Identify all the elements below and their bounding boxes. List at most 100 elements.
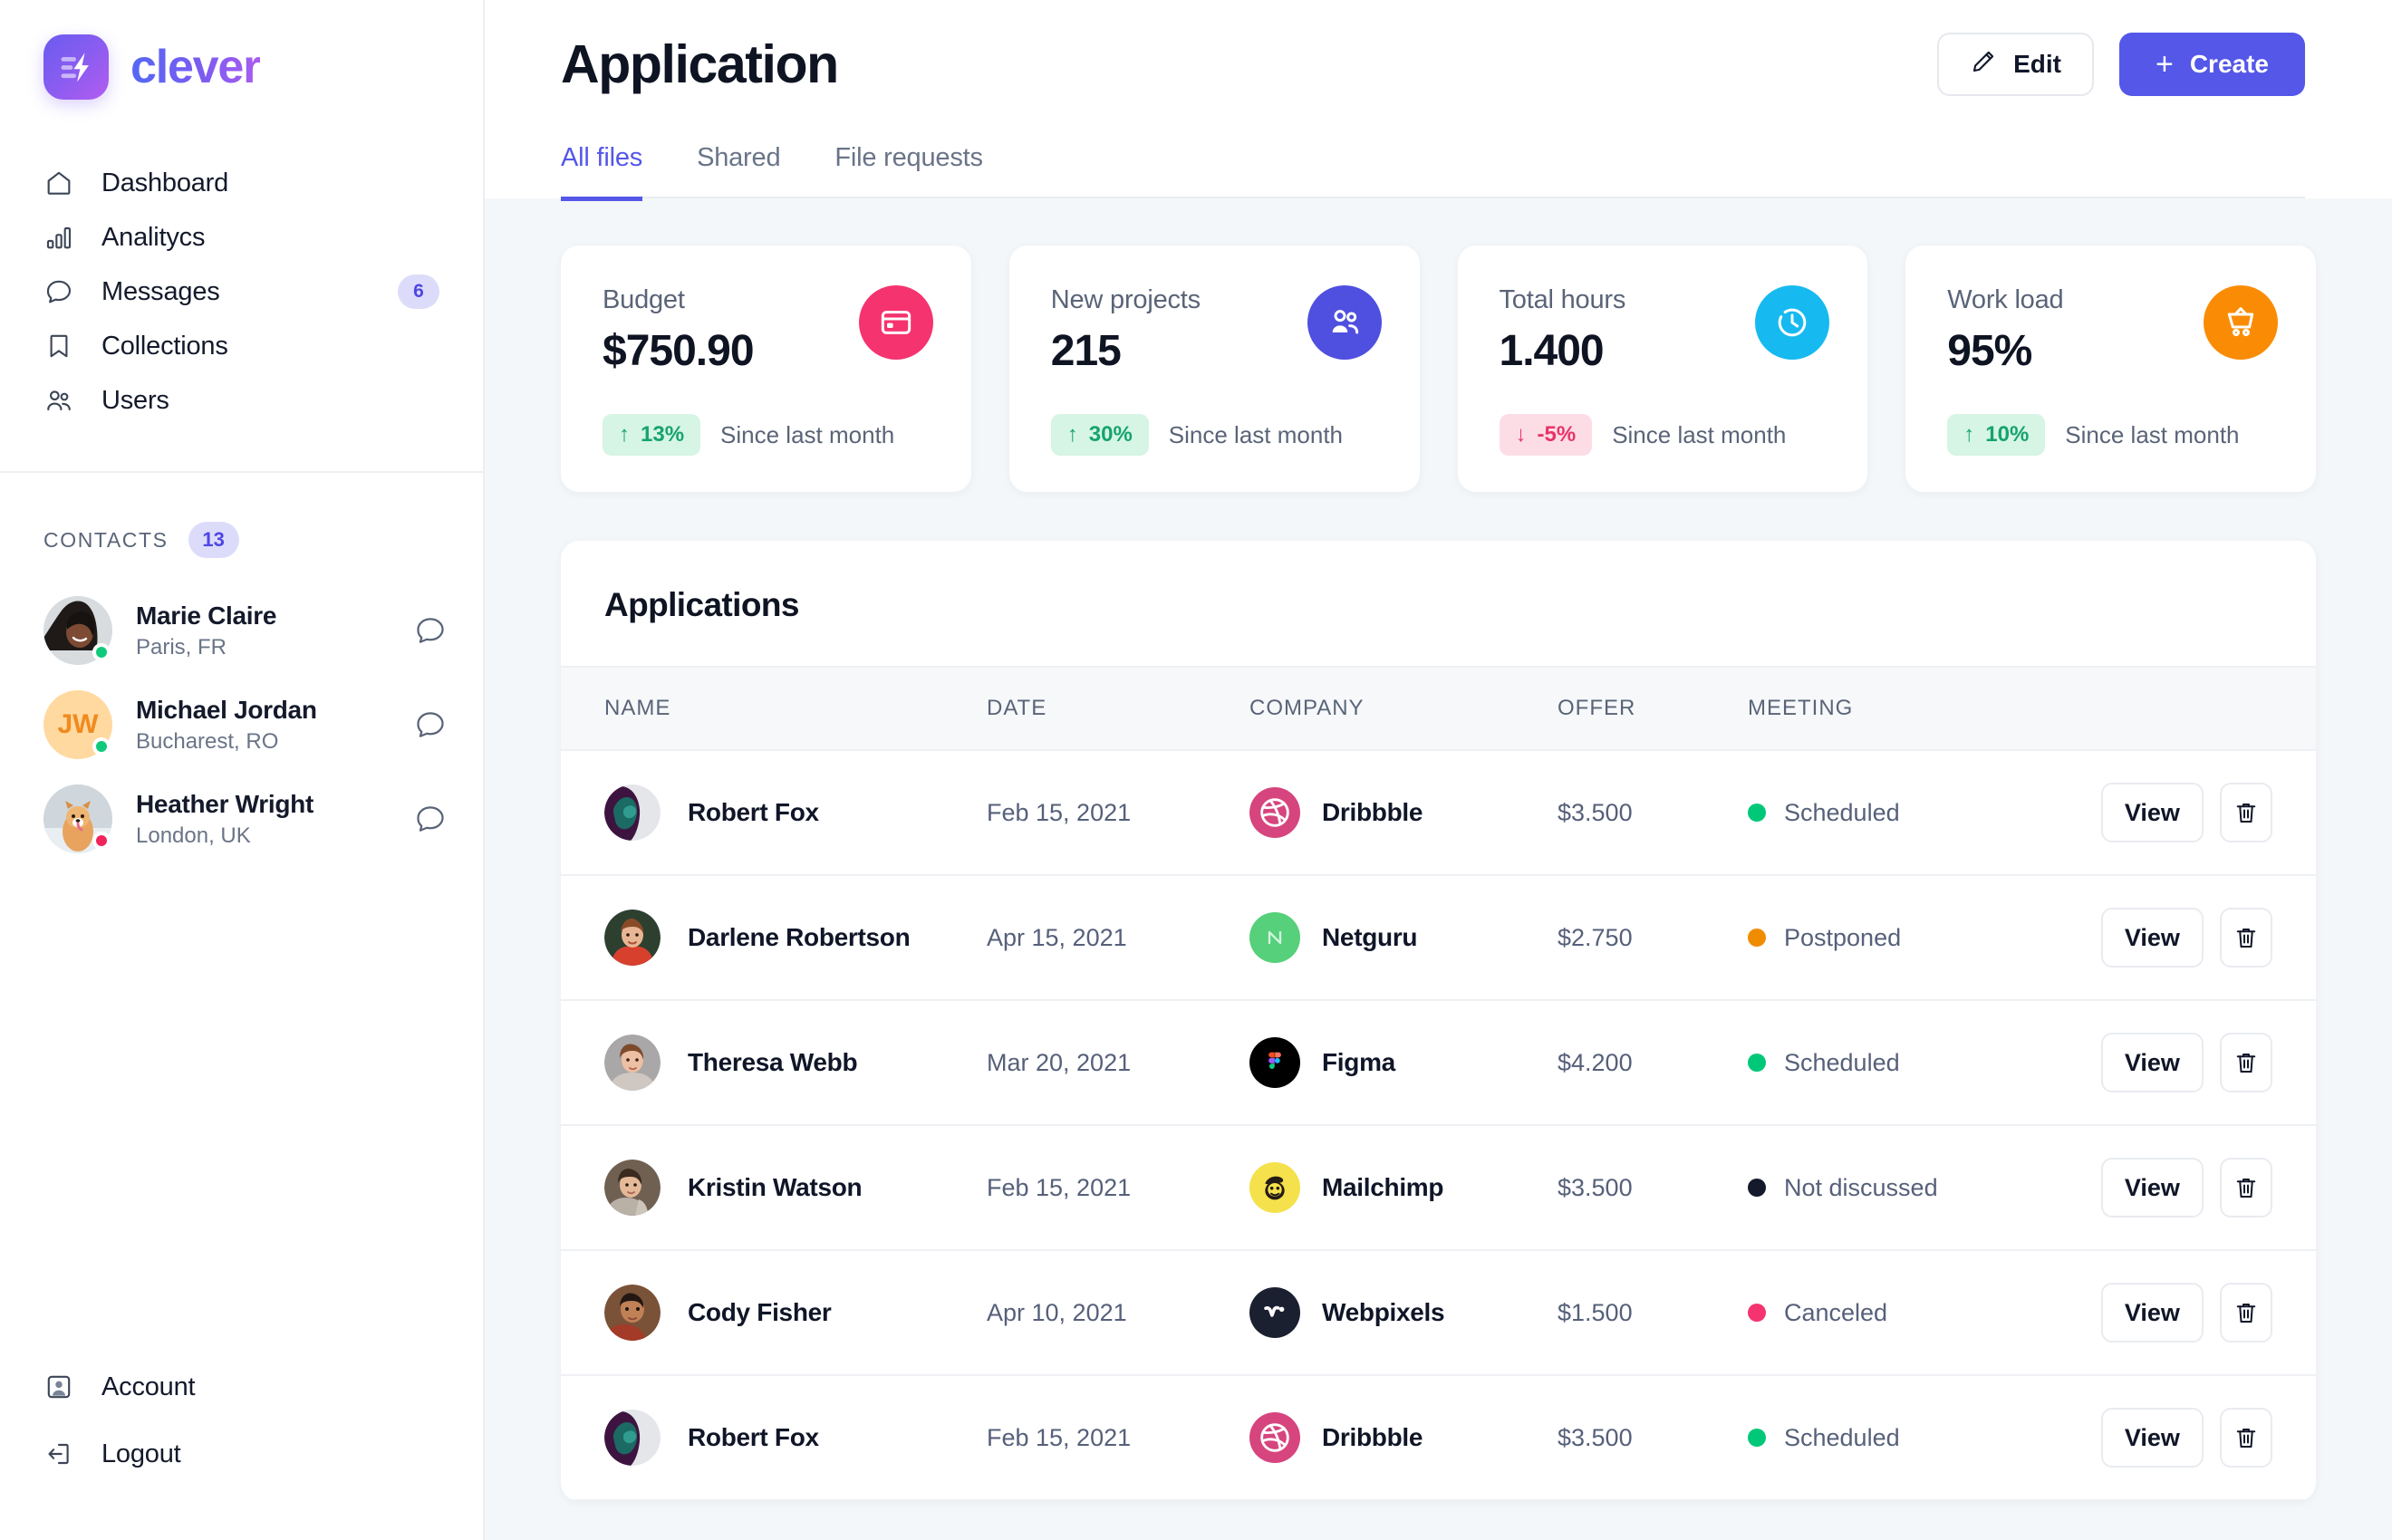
sidebar-item-users[interactable]: Users bbox=[0, 373, 483, 428]
applicant-date: Feb 15, 2021 bbox=[987, 798, 1132, 826]
status-dot bbox=[1748, 929, 1766, 947]
stat-value: 95% bbox=[1947, 327, 2032, 375]
sidebar-item-messages[interactable]: Messages 6 bbox=[0, 265, 483, 319]
stat-label: Budget bbox=[603, 285, 685, 314]
dribbble-icon bbox=[1249, 787, 1300, 838]
arrow-up-icon: ↑ bbox=[1963, 422, 1975, 447]
applications-table-card: Applications NAME DATE COMPANY OFFER MEE… bbox=[561, 541, 2316, 1501]
stat-since-label: Since last month bbox=[2065, 420, 2240, 448]
company-name: Mailchimp bbox=[1322, 1173, 1444, 1201]
view-button[interactable]: View bbox=[2101, 1283, 2204, 1343]
netguru-icon bbox=[1249, 912, 1300, 963]
arrow-up-icon: ↑ bbox=[1066, 422, 1078, 447]
view-button[interactable]: View bbox=[2101, 1158, 2204, 1218]
stat-delta-chip: ↑ 13% bbox=[603, 414, 701, 456]
chat-bubble-icon[interactable] bbox=[414, 708, 447, 741]
logout-arrow-icon bbox=[43, 1439, 74, 1469]
applicant-name: Robert Fox bbox=[688, 1423, 819, 1451]
tab-file-requests[interactable]: File requests bbox=[834, 143, 983, 201]
meeting-status: Scheduled bbox=[1784, 1048, 1900, 1076]
brand[interactable]: clever bbox=[0, 0, 483, 100]
sidebar-item-analitycs[interactable]: Analitycs bbox=[0, 210, 483, 265]
sidebar-item-label: Users bbox=[101, 385, 169, 415]
contact-location: Bucharest, RO bbox=[136, 728, 279, 754]
trash-icon[interactable] bbox=[2219, 1283, 2272, 1343]
credit-card-icon bbox=[858, 285, 933, 360]
view-button[interactable]: View bbox=[2101, 783, 2204, 842]
applicant-name: Kristin Watson bbox=[688, 1173, 863, 1201]
offer-amount: $1.500 bbox=[1558, 1298, 1633, 1326]
topbar-actions: Edit + Create bbox=[1937, 33, 2305, 96]
meeting-status: Scheduled bbox=[1784, 1423, 1900, 1451]
tab-shared[interactable]: Shared bbox=[697, 143, 781, 201]
sidebar-item-label: Messages bbox=[101, 276, 220, 306]
status-dot bbox=[92, 832, 111, 850]
stat-since-label: Since last month bbox=[720, 420, 895, 448]
stat-card-work-load: Work load 95% ↑ 10% Since last month bbox=[1905, 245, 2316, 492]
lightning-bolt-icon bbox=[43, 34, 109, 100]
company-name: Webpixels bbox=[1322, 1298, 1445, 1326]
home-icon bbox=[43, 168, 74, 198]
content-area: Budget $750.90 ↑ 13% Since last month Ne… bbox=[485, 198, 2392, 1540]
bookmark-icon bbox=[43, 331, 74, 361]
tab-all-files[interactable]: All files bbox=[561, 143, 642, 201]
bar-chart-icon bbox=[43, 222, 74, 253]
sidebar-item-collections[interactable]: Collections bbox=[0, 319, 483, 373]
company-name: Dribbble bbox=[1322, 798, 1423, 826]
avatar bbox=[604, 1160, 661, 1216]
contact-item[interactable]: Marie Claire Paris, FR bbox=[0, 583, 483, 678]
avatar bbox=[604, 784, 661, 841]
column-header-meeting: MEETING bbox=[1748, 666, 2101, 751]
offer-amount: $3.500 bbox=[1558, 1423, 1633, 1451]
stat-card-new-projects: New projects 215 ↑ 30% Since last month bbox=[1008, 245, 1420, 492]
applicant-name: Robert Fox bbox=[688, 798, 819, 826]
trash-icon[interactable] bbox=[2219, 783, 2272, 842]
trash-icon[interactable] bbox=[2219, 1408, 2272, 1468]
stat-delta-value: 13% bbox=[641, 422, 685, 447]
clock-icon bbox=[1755, 285, 1830, 360]
sidebar-bottom-nav: Account Logout bbox=[0, 1353, 483, 1540]
chat-bubble-icon[interactable] bbox=[414, 614, 447, 647]
avatar bbox=[604, 1410, 661, 1466]
tabs: All files Shared File requests bbox=[561, 143, 2305, 201]
edit-button[interactable]: Edit bbox=[1937, 33, 2094, 96]
meeting-status: Postponed bbox=[1784, 923, 1902, 951]
view-button[interactable]: View bbox=[2101, 1033, 2204, 1092]
sidebar-item-logout[interactable]: Logout bbox=[0, 1420, 483, 1487]
offer-amount: $4.200 bbox=[1558, 1048, 1633, 1076]
stat-delta-chip: ↑ 10% bbox=[1947, 414, 2046, 456]
contact-item[interactable]: JW Michael Jordan Bucharest, RO bbox=[0, 678, 483, 772]
applicant-date: Feb 15, 2021 bbox=[987, 1423, 1132, 1451]
chat-bubble-icon[interactable] bbox=[414, 803, 447, 835]
stat-value: 215 bbox=[1050, 327, 1122, 375]
column-header-date: DATE bbox=[987, 666, 1249, 751]
shopping-cart-icon bbox=[2204, 285, 2278, 360]
offer-amount: $3.500 bbox=[1558, 798, 1633, 826]
contact-item[interactable]: Heather Wright London, UK bbox=[0, 772, 483, 866]
chat-bubble-icon bbox=[43, 276, 74, 307]
contact-name: Michael Jordan bbox=[136, 695, 317, 724]
trash-icon[interactable] bbox=[2219, 1158, 2272, 1218]
table-row: Theresa Webb Mar 20, 2021 Figma $4.200 S… bbox=[561, 1000, 2316, 1126]
table-row: Darlene Robertson Apr 15, 2021 Netguru $… bbox=[561, 875, 2316, 1001]
sidebar-item-account[interactable]: Account bbox=[0, 1353, 483, 1420]
avatar bbox=[604, 910, 661, 966]
view-button[interactable]: View bbox=[2101, 908, 2204, 967]
figma-icon bbox=[1249, 1037, 1300, 1088]
column-header-company: COMPANY bbox=[1249, 666, 1558, 751]
sidebar-item-dashboard[interactable]: Dashboard bbox=[0, 156, 483, 210]
avatar bbox=[43, 596, 112, 665]
status-dot bbox=[1748, 1179, 1766, 1197]
stat-value: $750.90 bbox=[603, 327, 755, 375]
applicant-name: Theresa Webb bbox=[688, 1048, 858, 1076]
trash-icon[interactable] bbox=[2219, 908, 2272, 967]
trash-icon[interactable] bbox=[2219, 1033, 2272, 1092]
contact-name: Heather Wright bbox=[136, 789, 313, 818]
applicant-name: Cody Fisher bbox=[688, 1298, 832, 1326]
create-button[interactable]: + Create bbox=[2118, 33, 2305, 96]
column-header-actions bbox=[2101, 666, 2316, 751]
applicant-name: Darlene Robertson bbox=[688, 923, 911, 951]
plus-icon: + bbox=[2155, 47, 2174, 82]
view-button[interactable]: View bbox=[2101, 1408, 2204, 1468]
messages-badge: 6 bbox=[398, 274, 439, 309]
